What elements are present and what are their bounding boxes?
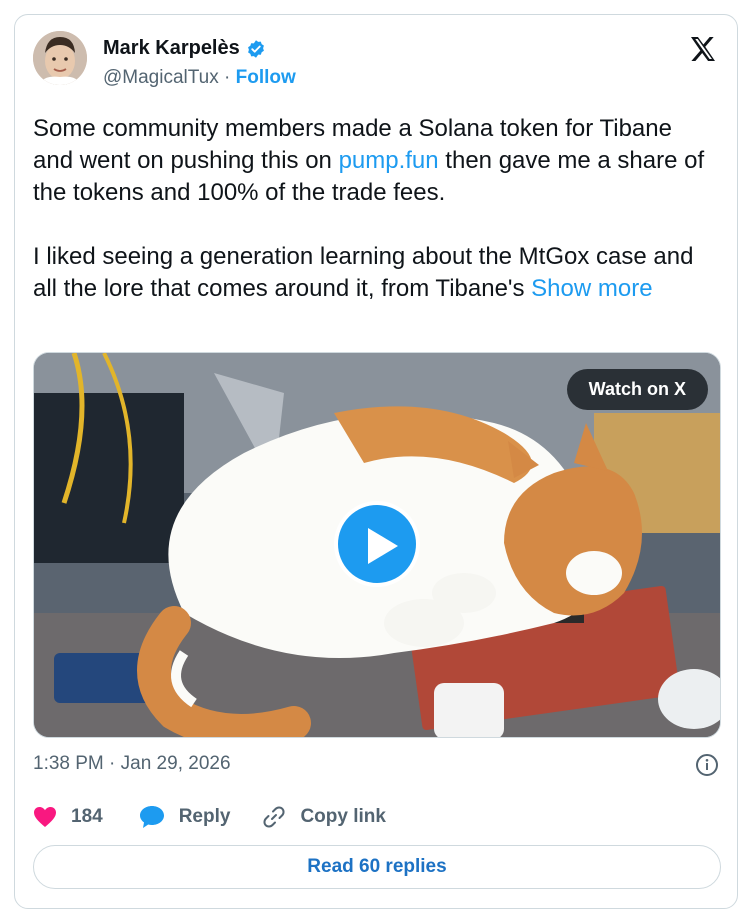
copy-link-label: Copy link (300, 806, 386, 827)
tweet-card: Mark Karpelès @MagicalTux · Follow Some … (14, 14, 738, 909)
reply-label: Reply (178, 806, 231, 827)
follow-button[interactable]: Follow (236, 67, 296, 88)
author-name-row: Mark Karpelès (103, 37, 266, 60)
info-icon[interactable] (695, 753, 719, 777)
action-bar: 184 Reply Copy link (33, 805, 386, 829)
tweet-paragraph-2: I liked seeing a generation learning abo… (33, 241, 713, 305)
watch-on-x-button[interactable]: Watch on X (566, 369, 708, 410)
avatar[interactable] (33, 31, 87, 85)
x-logo-icon[interactable] (687, 33, 719, 65)
like-count: 184 (71, 806, 103, 827)
author-name[interactable]: Mark Karpelès (103, 37, 240, 60)
tweet-paragraph-1: Some community members made a Solana tok… (33, 113, 713, 209)
play-button[interactable] (334, 501, 420, 587)
heart-icon (34, 807, 56, 827)
like-button[interactable]: 184 (33, 806, 103, 828)
handle-row: @MagicalTux · Follow (103, 67, 296, 89)
handle-separator: · (224, 67, 231, 88)
copy-link-button[interactable]: Copy link (262, 805, 386, 829)
author-handle[interactable]: @MagicalTux (103, 67, 219, 88)
link-icon (263, 806, 285, 828)
read-replies-button[interactable]: Read 60 replies (33, 845, 721, 889)
reply-bubble-icon (139, 806, 164, 828)
play-icon (368, 528, 398, 564)
tweet-text: Some community members made a Solana tok… (33, 113, 713, 305)
verified-badge-icon (247, 39, 264, 58)
show-more-link[interactable]: Show more (531, 275, 652, 302)
pump-fun-link[interactable]: pump.fun (339, 147, 439, 174)
video-thumbnail[interactable]: Watch on X (33, 352, 721, 738)
reply-button[interactable]: Reply (139, 805, 231, 829)
tweet-timestamp[interactable]: 1:38 PM · Jan 29, 2026 (33, 753, 231, 775)
